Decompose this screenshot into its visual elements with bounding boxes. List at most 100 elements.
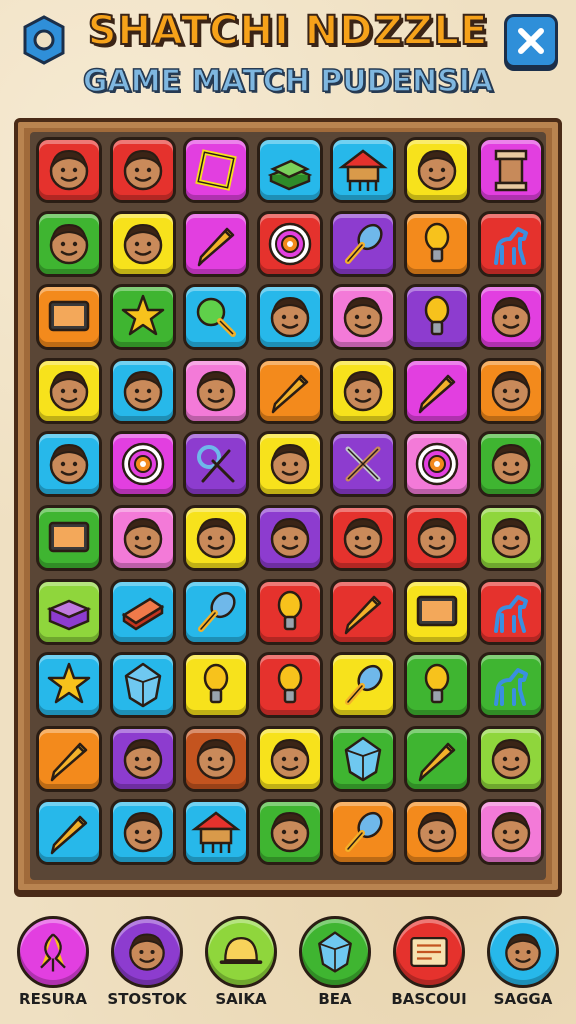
tile-magenta-pencil[interactable] bbox=[404, 357, 470, 424]
gem-icon bbox=[345, 736, 382, 782]
hut-icon bbox=[338, 149, 389, 191]
pillar-icon bbox=[494, 149, 527, 192]
tile-purple-mallet[interactable] bbox=[330, 210, 397, 277]
tile-cyan-pencil[interactable] bbox=[36, 799, 102, 866]
tile-red-face[interactable] bbox=[330, 505, 397, 571]
gem-icon bbox=[124, 662, 161, 708]
tile-red-face[interactable] bbox=[109, 137, 176, 203]
tile-orange-tablet[interactable] bbox=[36, 284, 102, 351]
tile-purple-face[interactable] bbox=[256, 505, 323, 571]
power-up-button[interactable] bbox=[111, 916, 183, 988]
tile-purple-bulb[interactable] bbox=[404, 284, 470, 351]
tile-cyan-face[interactable] bbox=[109, 799, 176, 866]
tile-red-bulb[interactable] bbox=[256, 652, 323, 719]
tile-orange-bulb[interactable] bbox=[404, 210, 470, 277]
tile-yellow-tablet[interactable] bbox=[404, 578, 470, 645]
tile-yellow-face[interactable] bbox=[256, 725, 323, 792]
tile-magenta-frame[interactable] bbox=[183, 137, 250, 203]
tile-cyan-book[interactable] bbox=[256, 137, 323, 203]
tile-cyan-face[interactable] bbox=[109, 357, 176, 424]
face-icon bbox=[270, 297, 310, 338]
bulb-icon bbox=[277, 663, 303, 704]
tile-orange-face[interactable] bbox=[477, 357, 544, 424]
face-icon bbox=[196, 738, 236, 780]
tile-orange-pencil[interactable] bbox=[36, 725, 102, 792]
power-up-button[interactable] bbox=[299, 916, 371, 988]
tile-pink-face[interactable] bbox=[109, 505, 176, 571]
tile-green-bulb[interactable] bbox=[404, 652, 470, 719]
tile-cyan-racket[interactable] bbox=[183, 284, 250, 351]
tile-magenta-pillar[interactable] bbox=[477, 137, 544, 203]
power-up-2[interactable]: STOSTOK bbox=[102, 916, 192, 1020]
tile-lime-face[interactable] bbox=[477, 505, 544, 571]
tile-green-horse[interactable] bbox=[477, 652, 544, 719]
menu-button[interactable] bbox=[18, 14, 70, 66]
tile-red-pencil[interactable] bbox=[330, 578, 397, 645]
tile-yellow-face[interactable] bbox=[256, 431, 323, 498]
power-up-button[interactable] bbox=[393, 916, 465, 988]
tile-red-face[interactable] bbox=[404, 505, 470, 571]
tile-yellow-face[interactable] bbox=[36, 357, 102, 424]
tile-yellow-bulb[interactable] bbox=[183, 652, 250, 719]
tile-green-star-badge[interactable] bbox=[109, 284, 176, 351]
tile-magenta-target[interactable] bbox=[109, 431, 176, 498]
tile-cyan-gem[interactable] bbox=[109, 652, 176, 719]
tile-pink-face[interactable] bbox=[330, 284, 397, 351]
power-up-3[interactable]: SAIKA bbox=[196, 916, 286, 1020]
hat-icon bbox=[219, 936, 263, 965]
tile-cyan-mallet[interactable] bbox=[183, 578, 250, 645]
face-icon bbox=[196, 370, 236, 412]
tile-orange-mallet[interactable] bbox=[330, 799, 397, 866]
tile-green-face[interactable] bbox=[256, 799, 323, 866]
tile-red-face[interactable] bbox=[36, 137, 102, 203]
tile-red-target[interactable] bbox=[256, 210, 323, 277]
tile-cyan-star[interactable] bbox=[36, 652, 102, 719]
tile-cyan-face[interactable] bbox=[36, 431, 102, 498]
tile-pink-face[interactable] bbox=[477, 799, 544, 866]
tile-purple-crossed-tools[interactable] bbox=[330, 431, 397, 498]
tile-magenta-pencil[interactable] bbox=[183, 210, 250, 277]
tile-purple-face[interactable] bbox=[109, 725, 176, 792]
tile-green-tablet[interactable] bbox=[36, 505, 102, 571]
tile-green-face[interactable] bbox=[477, 431, 544, 498]
power-up-button[interactable] bbox=[205, 916, 277, 988]
face-icon bbox=[49, 149, 89, 191]
tile-yellow-face[interactable] bbox=[330, 357, 397, 424]
close-button[interactable] bbox=[504, 14, 558, 68]
tile-cyan-hut[interactable] bbox=[330, 137, 397, 203]
tile-pink-target[interactable] bbox=[404, 431, 470, 498]
pencil-icon bbox=[418, 374, 456, 414]
tile-red-horse[interactable] bbox=[477, 210, 544, 277]
tile-lime-face[interactable] bbox=[477, 725, 544, 792]
tile-brown-face[interactable] bbox=[183, 725, 250, 792]
power-up-5[interactable]: BASCOUI bbox=[384, 916, 474, 1020]
tile-red-horse[interactable] bbox=[477, 578, 544, 645]
tile-green-face[interactable] bbox=[36, 210, 102, 277]
leaf-icon bbox=[40, 933, 66, 972]
power-up-4[interactable]: BEA bbox=[290, 916, 380, 1020]
tile-magenta-face[interactable] bbox=[477, 284, 544, 351]
tile-orange-face[interactable] bbox=[404, 799, 470, 866]
power-up-6[interactable]: SAGGA bbox=[478, 916, 568, 1020]
tile-purple-tools[interactable] bbox=[183, 431, 250, 498]
bulb-icon bbox=[424, 663, 450, 704]
tile-yellow-mallet[interactable] bbox=[330, 652, 397, 719]
tile-red-bulb[interactable] bbox=[256, 578, 323, 645]
tile-cyan-brick[interactable] bbox=[109, 578, 176, 645]
tile-lime-box[interactable] bbox=[36, 578, 102, 645]
tile-cyan-face[interactable] bbox=[256, 284, 323, 351]
power-up-bar: RESURA STOSTOK SAIKA BEA BASCOUI SAGGA bbox=[0, 900, 576, 1024]
tile-green-gem[interactable] bbox=[330, 725, 397, 792]
tile-yellow-face[interactable] bbox=[109, 210, 176, 277]
tile-green-pencil[interactable] bbox=[404, 725, 470, 792]
power-up-1[interactable]: RESURA bbox=[8, 916, 98, 1020]
tile-orange-pencil[interactable] bbox=[256, 357, 323, 424]
pencil-icon bbox=[50, 742, 88, 782]
power-up-button[interactable] bbox=[17, 916, 89, 988]
tile-yellow-face[interactable] bbox=[404, 137, 470, 203]
power-up-button[interactable] bbox=[487, 916, 559, 988]
game-title: SHATCHI NDZZLE bbox=[87, 7, 489, 55]
tile-cyan-hut[interactable] bbox=[183, 799, 250, 866]
tile-pink-face[interactable] bbox=[183, 357, 250, 424]
tile-yellow-face[interactable] bbox=[183, 505, 250, 571]
